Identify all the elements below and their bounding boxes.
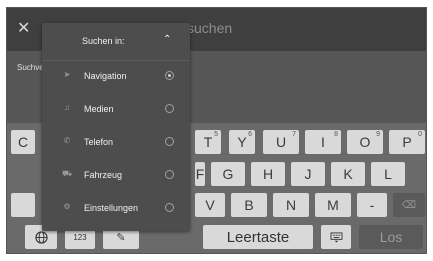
key-n[interactable]: N <box>273 193 309 217</box>
key-j[interactable]: J <box>291 162 325 186</box>
key-o[interactable]: O9 <box>347 130 383 154</box>
scope-item-einstellungen[interactable]: ⚙ Einstellungen <box>42 192 190 225</box>
key-b[interactable]: B <box>231 193 267 217</box>
scope-item-telefon[interactable]: ✆ Telefon <box>42 126 190 159</box>
navigation-arrow-icon: ➤ <box>63 70 71 79</box>
radio-fahrzeug[interactable] <box>165 170 174 179</box>
dropdown-title: Suchen in: <box>82 36 125 46</box>
key-g[interactable]: G <box>211 162 245 186</box>
scope-item-navigation[interactable]: ➤ Navigation <box>42 60 190 93</box>
chevron-up-icon[interactable]: ⌃ <box>163 34 171 45</box>
key-c[interactable]: C <box>11 130 35 154</box>
key-t[interactable]: T5 <box>195 130 221 154</box>
dropdown-header[interactable]: Suchen in: ⌃ <box>42 23 190 61</box>
key-hyphen[interactable]: - <box>357 193 387 217</box>
radio-navigation[interactable] <box>165 71 174 80</box>
key-v[interactable]: V <box>195 193 225 217</box>
globe-icon <box>34 230 48 244</box>
history-label: Suchve <box>17 63 44 72</box>
search-input[interactable]: suchen <box>187 20 232 36</box>
car-icon: ⛟ <box>62 169 73 178</box>
key-k[interactable]: K <box>331 162 365 186</box>
backspace-key[interactable]: ⌫ <box>393 193 425 217</box>
radio-telefon[interactable] <box>165 137 174 146</box>
key-p[interactable]: P0 <box>389 130 425 154</box>
shift-key[interactable] <box>11 193 35 217</box>
key-i[interactable]: I8 <box>305 130 341 154</box>
phone-icon: ✆ <box>63 136 71 145</box>
keyboard-hide-key[interactable] <box>321 225 351 249</box>
scope-item-fahrzeug[interactable]: ⛟ Fahrzeug <box>42 159 190 192</box>
key-f[interactable]: F <box>195 162 205 186</box>
gear-icon: ⚙ <box>63 202 71 211</box>
backspace-icon: ⌫ <box>401 199 417 211</box>
keyboard-icon <box>330 231 342 243</box>
search-scope-dropdown: Suchen in: ⌃ ➤ Navigation ♫ Medien ✆ Tel… <box>42 23 190 231</box>
key-l[interactable]: L <box>371 162 405 186</box>
handwriting-icon: ✎ <box>116 231 126 244</box>
radio-medien[interactable] <box>165 104 174 113</box>
close-icon[interactable]: ✕ <box>17 19 30 39</box>
key-m[interactable]: M <box>315 193 351 217</box>
radio-einstellungen[interactable] <box>165 203 174 212</box>
key-h[interactable]: H <box>251 162 285 186</box>
scope-item-medien[interactable]: ♫ Medien <box>42 93 190 126</box>
key-u[interactable]: U7 <box>263 130 299 154</box>
go-key[interactable]: Los <box>359 225 423 249</box>
screen: ✕ suchen Suchve C T5 Y6 U7 I8 O9 P0 F G … <box>6 7 427 254</box>
music-note-icon: ♫ <box>64 103 70 112</box>
key-y[interactable]: Y6 <box>229 130 255 154</box>
space-key[interactable]: Leertaste <box>203 225 313 249</box>
